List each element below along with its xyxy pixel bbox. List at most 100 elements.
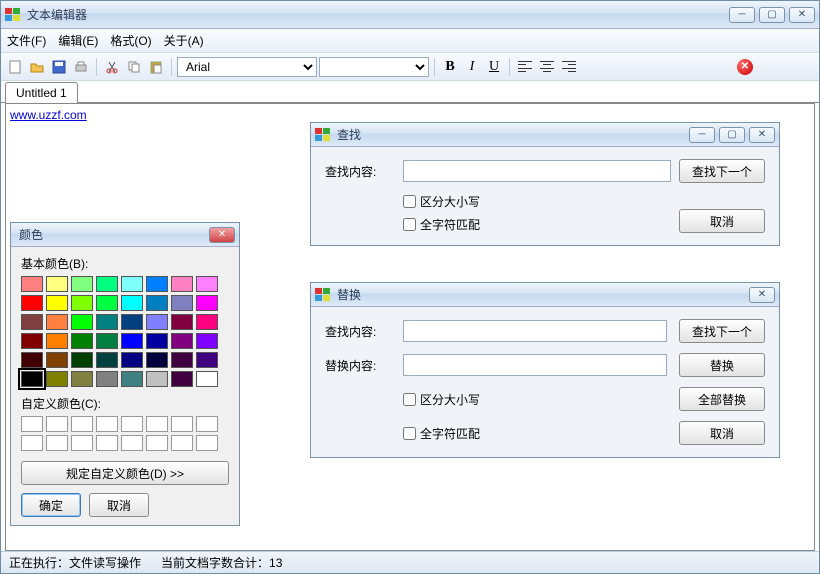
color-swatch[interactable]	[96, 371, 118, 387]
color-swatch[interactable]	[171, 295, 193, 311]
define-custom-button[interactable]: 规定自定义颜色(D) >>	[21, 461, 229, 485]
color-swatch[interactable]	[146, 276, 168, 292]
color-swatch[interactable]	[46, 276, 68, 292]
color-swatch[interactable]	[196, 295, 218, 311]
color-swatch[interactable]	[196, 352, 218, 368]
color-swatch[interactable]	[71, 276, 93, 292]
color-swatch[interactable]	[196, 276, 218, 292]
align-left-button[interactable]	[515, 57, 535, 77]
find-content-input[interactable]	[403, 160, 671, 182]
custom-swatch[interactable]	[146, 416, 168, 432]
color-swatch[interactable]	[96, 352, 118, 368]
menu-format[interactable]: 格式(O)	[110, 32, 151, 49]
align-center-button[interactable]	[537, 57, 557, 77]
paste-icon[interactable]	[146, 57, 166, 77]
color-swatch[interactable]	[171, 352, 193, 368]
color-swatch[interactable]	[121, 314, 143, 330]
color-swatch[interactable]	[71, 295, 93, 311]
find-next-button[interactable]: 查找下一个	[679, 159, 765, 183]
replace-find-next-button[interactable]: 查找下一个	[679, 319, 765, 343]
print-icon[interactable]	[71, 57, 91, 77]
replace-all-button[interactable]: 全部替换	[679, 387, 765, 411]
close-button[interactable]: ✕	[789, 7, 815, 23]
custom-swatch[interactable]	[121, 416, 143, 432]
color-swatch[interactable]	[46, 314, 68, 330]
custom-swatch[interactable]	[171, 416, 193, 432]
color-swatch[interactable]	[196, 371, 218, 387]
color-swatch[interactable]	[121, 371, 143, 387]
menu-edit[interactable]: 编辑(E)	[58, 32, 98, 49]
color-swatch[interactable]	[121, 276, 143, 292]
italic-button[interactable]: I	[462, 57, 482, 77]
bold-button[interactable]: B	[440, 57, 460, 77]
custom-swatch[interactable]	[46, 435, 68, 451]
replace-cancel-button[interactable]: 取消	[679, 421, 765, 445]
color-swatch[interactable]	[146, 333, 168, 349]
custom-swatch[interactable]	[21, 435, 43, 451]
color-cancel-button[interactable]: 取消	[89, 493, 149, 517]
custom-swatch[interactable]	[96, 416, 118, 432]
color-swatch[interactable]	[46, 333, 68, 349]
color-swatch[interactable]	[71, 371, 93, 387]
custom-swatch[interactable]	[121, 435, 143, 451]
color-swatch[interactable]	[21, 314, 43, 330]
color-swatch[interactable]	[46, 371, 68, 387]
font-select[interactable]: Arial	[177, 57, 317, 77]
color-swatch[interactable]	[96, 333, 118, 349]
color-swatch[interactable]	[196, 314, 218, 330]
color-swatch[interactable]	[71, 352, 93, 368]
custom-swatch[interactable]	[146, 435, 168, 451]
save-icon[interactable]	[49, 57, 69, 77]
color-swatch[interactable]	[21, 276, 43, 292]
find-maximize-button[interactable]: ▢	[719, 127, 745, 143]
custom-swatch[interactable]	[71, 435, 93, 451]
color-ok-button[interactable]: 确定	[21, 493, 81, 517]
color-swatch[interactable]	[171, 276, 193, 292]
replace-find-input[interactable]	[403, 320, 667, 342]
color-swatch[interactable]	[71, 333, 93, 349]
open-icon[interactable]	[27, 57, 47, 77]
color-swatch[interactable]	[46, 352, 68, 368]
color-swatch[interactable]	[46, 295, 68, 311]
menu-file[interactable]: 文件(F)	[7, 32, 46, 49]
replace-case-checkbox[interactable]: 区分大小写	[403, 391, 480, 408]
color-swatch[interactable]	[171, 371, 193, 387]
color-swatch[interactable]	[121, 295, 143, 311]
color-swatch[interactable]	[146, 295, 168, 311]
cut-icon[interactable]	[102, 57, 122, 77]
replace-wholeword-checkbox[interactable]: 全字符匹配	[403, 425, 480, 442]
maximize-button[interactable]: ▢	[759, 7, 785, 23]
replace-replace-input[interactable]	[403, 354, 667, 376]
color-swatch[interactable]	[21, 352, 43, 368]
find-cancel-button[interactable]: 取消	[679, 209, 765, 233]
custom-swatch[interactable]	[21, 416, 43, 432]
custom-swatch[interactable]	[171, 435, 193, 451]
color-swatch[interactable]	[121, 333, 143, 349]
error-icon[interactable]: ✕	[737, 59, 753, 75]
minimize-button[interactable]: ─	[729, 7, 755, 23]
copy-icon[interactable]	[124, 57, 144, 77]
replace-button[interactable]: 替换	[679, 353, 765, 377]
custom-swatch[interactable]	[196, 435, 218, 451]
color-swatch[interactable]	[146, 314, 168, 330]
custom-swatch[interactable]	[71, 416, 93, 432]
custom-swatch[interactable]	[196, 416, 218, 432]
color-swatch[interactable]	[171, 333, 193, 349]
color-swatch[interactable]	[146, 352, 168, 368]
color-swatch[interactable]	[71, 314, 93, 330]
color-swatch[interactable]	[96, 295, 118, 311]
custom-swatch[interactable]	[96, 435, 118, 451]
find-case-checkbox[interactable]: 区分大小写	[403, 193, 671, 210]
editor-link[interactable]: www.uzzf.com	[6, 104, 91, 126]
color-close-button[interactable]: ✕	[209, 227, 235, 243]
size-select[interactable]	[319, 57, 429, 77]
color-swatch[interactable]	[121, 352, 143, 368]
custom-swatch[interactable]	[46, 416, 68, 432]
tab-untitled[interactable]: Untitled 1	[5, 82, 78, 103]
color-swatch[interactable]	[146, 371, 168, 387]
align-right-button[interactable]	[559, 57, 579, 77]
color-swatch[interactable]	[96, 276, 118, 292]
find-close-button[interactable]: ✕	[749, 127, 775, 143]
color-swatch[interactable]	[21, 371, 43, 387]
color-swatch[interactable]	[96, 314, 118, 330]
